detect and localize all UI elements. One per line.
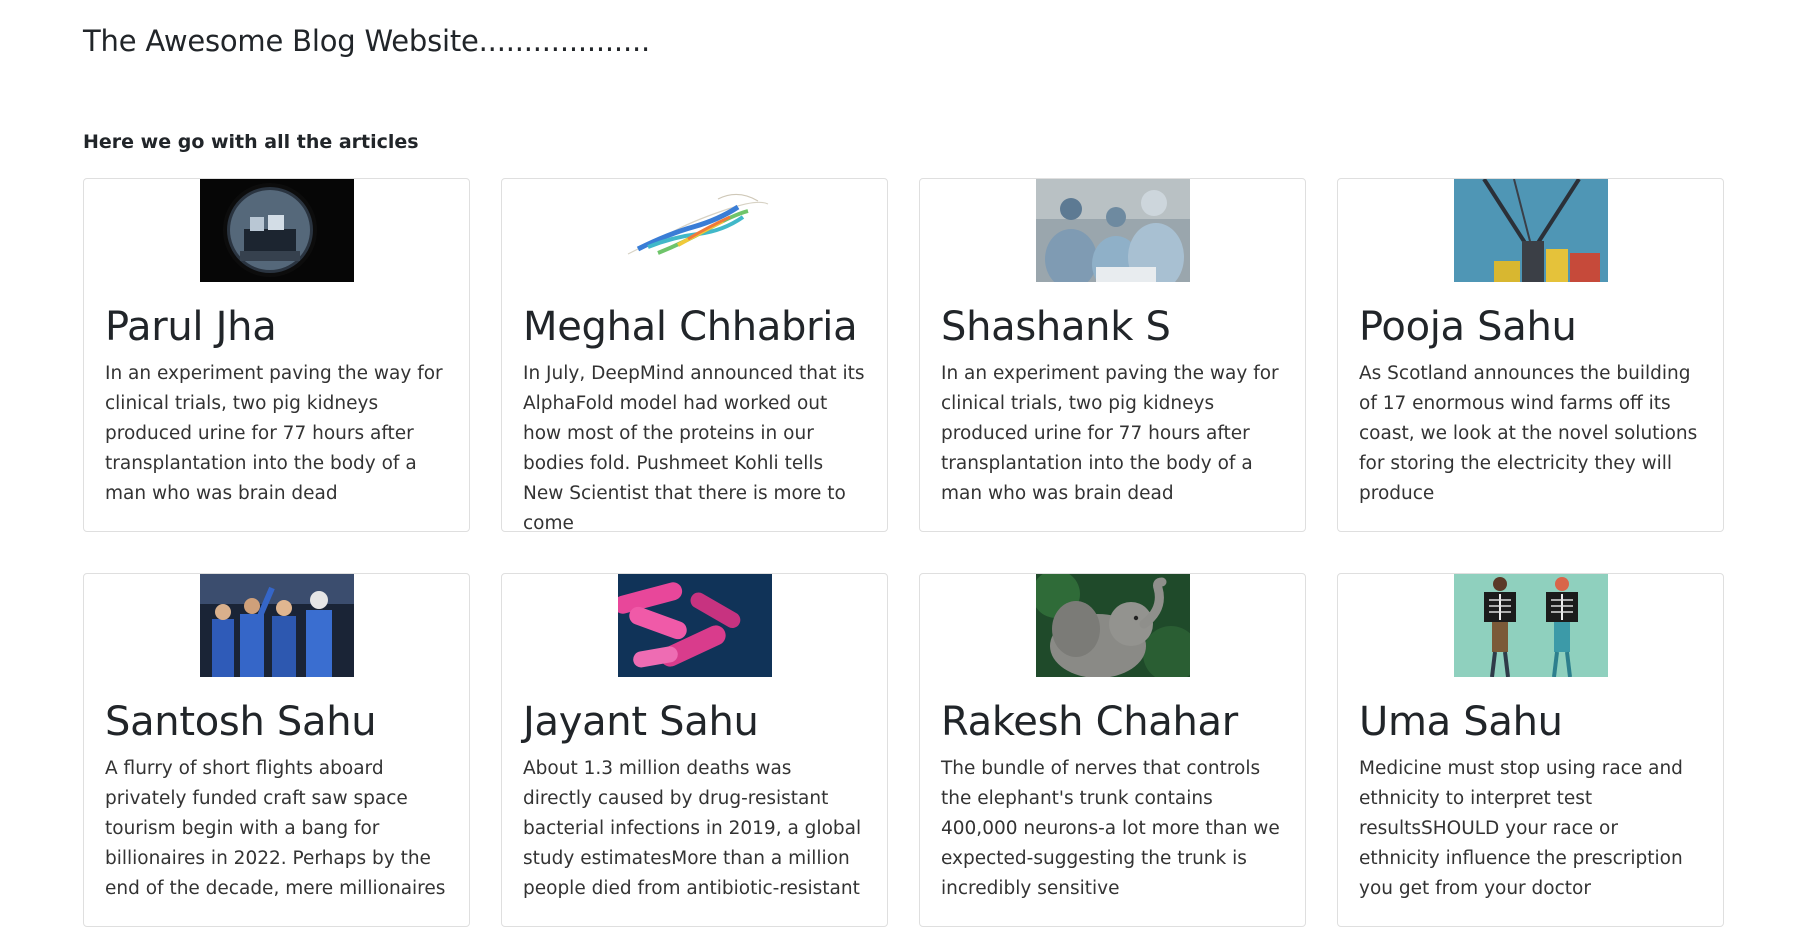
astronauts-icon bbox=[199, 574, 354, 677]
article-card[interactable]: Santosh Sahu A flurry of short flights a… bbox=[83, 573, 470, 927]
article-card[interactable]: Meghal Chhabria In July, DeepMind announ… bbox=[501, 178, 888, 532]
article-summary: The bundle of nerves that controls the e… bbox=[941, 758, 1280, 899]
article-summary: About 1.3 million deaths was directly ca… bbox=[523, 758, 862, 899]
article-author[interactable]: Jayant Sahu bbox=[523, 700, 866, 744]
article-card[interactable]: Shashank S In an experiment paving the w… bbox=[919, 178, 1306, 532]
article-card[interactable]: Uma Sahu Medicine must stop using race a… bbox=[1337, 573, 1724, 927]
articles-grid: Parul Jha In an experiment paving the wa… bbox=[83, 178, 1724, 927]
surgeons-icon bbox=[1035, 179, 1190, 282]
site-title: The Awesome Blog Website................… bbox=[83, 24, 651, 58]
article-summary: As Scotland announces the building of 17… bbox=[1359, 363, 1698, 504]
protein-structure-icon bbox=[617, 179, 772, 282]
section-heading: Here we go with all the articles bbox=[83, 131, 419, 153]
article-author[interactable]: Santosh Sahu bbox=[105, 700, 448, 744]
xray-people-icon bbox=[1453, 574, 1608, 677]
article-summary: A flurry of short flights aboard private… bbox=[105, 758, 446, 899]
bacteria-icon bbox=[617, 574, 772, 677]
article-author[interactable]: Pooja Sahu bbox=[1359, 305, 1702, 349]
article-author[interactable]: Rakesh Chahar bbox=[941, 700, 1284, 744]
article-author[interactable]: Parul Jha bbox=[105, 305, 448, 349]
article-card[interactable]: Jayant Sahu About 1.3 million deaths was… bbox=[501, 573, 888, 927]
fisheye-lens-icon bbox=[199, 179, 354, 282]
elephant-icon bbox=[1035, 574, 1190, 677]
article-card[interactable]: Rakesh Chahar The bundle of nerves that … bbox=[919, 573, 1306, 927]
wind-turbine-crane-icon bbox=[1453, 179, 1608, 282]
article-author[interactable]: Shashank S bbox=[941, 305, 1284, 349]
article-summary: In an experiment paving the way for clin… bbox=[941, 363, 1279, 504]
article-summary: In July, DeepMind announced that its Alp… bbox=[523, 363, 865, 532]
article-card[interactable]: Parul Jha In an experiment paving the wa… bbox=[83, 178, 470, 532]
article-card[interactable]: Pooja Sahu As Scotland announces the bui… bbox=[1337, 178, 1724, 532]
article-author[interactable]: Uma Sahu bbox=[1359, 700, 1702, 744]
article-author[interactable]: Meghal Chhabria bbox=[523, 305, 866, 349]
article-summary: In an experiment paving the way for clin… bbox=[105, 363, 443, 504]
article-summary: Medicine must stop using race and ethnic… bbox=[1359, 758, 1683, 899]
